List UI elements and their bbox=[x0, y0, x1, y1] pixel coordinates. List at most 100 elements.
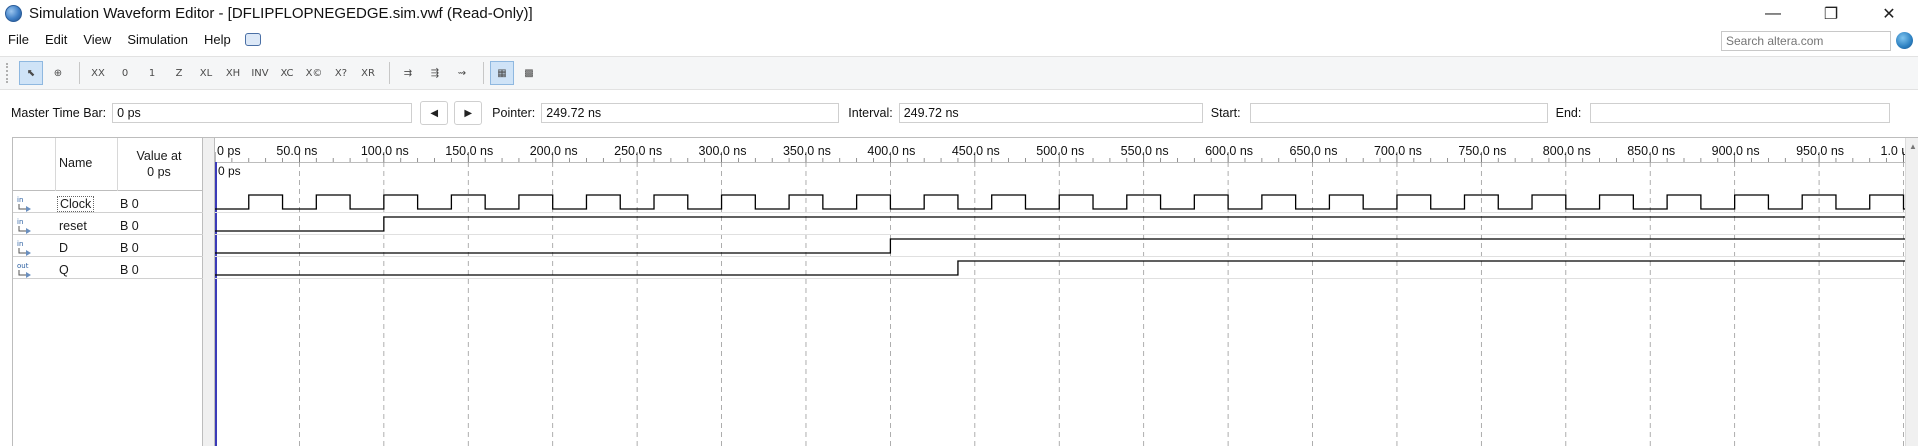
feedback-icon[interactable] bbox=[244, 33, 261, 46]
time-bar-row: Master Time Bar: 0 ps ◀ ▶ Pointer: 249.7… bbox=[0, 98, 1918, 128]
interval-field: 249.72 ns bbox=[898, 103, 1203, 123]
toolbar-separator bbox=[79, 62, 80, 84]
count-value-icon[interactable]: XC bbox=[275, 61, 299, 85]
overwrite-clock-icon[interactable]: X© bbox=[302, 61, 326, 85]
toolbar: ⬉ ⊕ XX 0 1 Z XL XH INV XC X© X? XR ⇉ ⇶ ⇝ ▦ ▩ bbox=[0, 56, 1918, 90]
pointer-label: Pointer: bbox=[492, 106, 536, 120]
svg-text:in: in bbox=[17, 218, 23, 226]
menu-help[interactable]: Help bbox=[196, 32, 239, 47]
signal-row[interactable]: in reset B 0 bbox=[13, 213, 203, 235]
toolbar-separator bbox=[483, 62, 484, 84]
time-tick-label: 400.0 ns bbox=[867, 144, 915, 158]
start-field[interactable] bbox=[1249, 103, 1548, 123]
run-timing-sim-icon[interactable]: ⇶ bbox=[423, 61, 447, 85]
time-tick-label: 0 ps bbox=[217, 144, 241, 158]
scroll-up-icon[interactable]: ▲ bbox=[1909, 142, 1917, 151]
output-pin-icon: out bbox=[17, 262, 31, 278]
end-label: End: bbox=[1555, 106, 1582, 120]
signal-value: B 0 bbox=[120, 219, 139, 233]
menu-edit[interactable]: Edit bbox=[37, 32, 75, 47]
weak-low-icon[interactable]: XL bbox=[194, 61, 218, 85]
time-tick-label: 550.0 ns bbox=[1121, 144, 1169, 158]
end-field[interactable] bbox=[1590, 103, 1891, 123]
time-tick-label: 450.0 ns bbox=[952, 144, 1000, 158]
search-input[interactable] bbox=[1721, 31, 1891, 51]
signal-name[interactable]: reset bbox=[59, 219, 87, 233]
header-divider bbox=[55, 138, 56, 191]
interval-label: Interval: bbox=[848, 106, 893, 120]
waveform-panel[interactable]: 0 ps 50.0 ns 100.0 ns 150.0 ns 200.0 ns 250.0… bbox=[214, 138, 1918, 446]
signal-value: B 0 bbox=[120, 197, 139, 211]
grid-snap-icon[interactable]: ▦ bbox=[490, 61, 514, 85]
next-transition-button[interactable]: ▶ bbox=[454, 101, 483, 125]
signal-row[interactable]: in D B 0 bbox=[13, 235, 203, 257]
invert-icon[interactable]: INV bbox=[248, 61, 272, 85]
signal-row[interactable]: out Q B 0 bbox=[13, 257, 203, 279]
signal-value: B 0 bbox=[120, 241, 139, 255]
vertical-scrollbar[interactable]: ▲ bbox=[1905, 138, 1918, 446]
master-time-bar-field[interactable]: 0 ps bbox=[112, 103, 413, 123]
time-tick-label: 950.0 ns bbox=[1796, 144, 1844, 158]
value-column-header[interactable]: Value at 0 ps bbox=[116, 148, 202, 180]
time-tick-label: 850.0 ns bbox=[1627, 144, 1675, 158]
globe-icon[interactable] bbox=[1896, 32, 1913, 49]
signal-name[interactable]: Clock bbox=[56, 196, 95, 212]
uninitialized-icon[interactable]: XX bbox=[86, 61, 110, 85]
signal-name[interactable]: D bbox=[59, 241, 68, 255]
svg-text:in: in bbox=[17, 196, 23, 204]
toolbar-grip[interactable] bbox=[6, 63, 9, 83]
time-tick-label: 900.0 ns bbox=[1712, 144, 1760, 158]
title-bar: Simulation Waveform Editor - [DFLIPFLOPN… bbox=[0, 0, 1918, 27]
time-tick-label: 600.0 ns bbox=[1205, 144, 1253, 158]
signal-value: B 0 bbox=[120, 263, 139, 277]
pointer-field: 249.72 ns bbox=[541, 103, 840, 123]
time-tick-label: 650.0 ns bbox=[1290, 144, 1338, 158]
window-title: Simulation Waveform Editor - [DFLIPFLOPN… bbox=[29, 5, 533, 22]
signal-table-header: Name Value at 0 ps bbox=[13, 138, 203, 191]
time-tick-label: 750.0 ns bbox=[1458, 144, 1506, 158]
signal-name-panel: Name Value at 0 ps in Clock B 0 in reset B 0i… bbox=[13, 138, 203, 446]
toolbar-separator bbox=[389, 62, 390, 84]
value-header-line1: Value at bbox=[136, 149, 182, 163]
name-column-header[interactable]: Name bbox=[59, 156, 92, 170]
time-tick-label: 800.0 ns bbox=[1543, 144, 1591, 158]
panel-splitter[interactable] bbox=[203, 138, 215, 446]
value-header-line2: 0 ps bbox=[147, 165, 171, 179]
menu-bar: File Edit View Simulation Help bbox=[0, 27, 1918, 52]
time-tick-label: 500.0 ns bbox=[1036, 144, 1084, 158]
menu-simulation[interactable]: Simulation bbox=[119, 32, 196, 47]
time-tick-label: 350.0 ns bbox=[783, 144, 831, 158]
input-pin-icon: in bbox=[17, 196, 31, 212]
svg-text:out: out bbox=[17, 262, 29, 270]
high-impedance-icon[interactable]: Z bbox=[167, 61, 191, 85]
close-button[interactable]: ✕ bbox=[1860, 0, 1918, 27]
grid-settings-icon[interactable]: ▩ bbox=[517, 61, 541, 85]
arbitrary-value-icon[interactable]: X? bbox=[329, 61, 353, 85]
time-tick-label: 300.0 ns bbox=[699, 144, 747, 158]
run-netlist-sim-icon[interactable]: ⇝ bbox=[450, 61, 474, 85]
selection-tool-icon[interactable]: ⬉ bbox=[19, 61, 43, 85]
cursor-time-label: 0 ps bbox=[218, 164, 241, 178]
menu-file[interactable]: File bbox=[0, 32, 37, 47]
weak-high-icon[interactable]: XH bbox=[221, 61, 245, 85]
zoom-tool-icon[interactable]: ⊕ bbox=[46, 61, 70, 85]
input-pin-icon: in bbox=[17, 218, 31, 234]
prev-transition-button[interactable]: ◀ bbox=[420, 101, 449, 125]
minimize-button[interactable]: — bbox=[1744, 0, 1802, 27]
run-functional-sim-icon[interactable]: ⇉ bbox=[396, 61, 420, 85]
time-tick-label: 100.0 ns bbox=[361, 144, 409, 158]
time-tick-label: 700.0 ns bbox=[1374, 144, 1422, 158]
signal-name[interactable]: Q bbox=[59, 263, 69, 277]
time-tick-label: 50.0 ns bbox=[276, 144, 317, 158]
force-low-icon[interactable]: 0 bbox=[113, 61, 137, 85]
input-pin-icon: in bbox=[17, 240, 31, 256]
window-controls: — ❐ ✕ bbox=[1744, 0, 1918, 27]
waveform-canvas[interactable]: 0 ps 50.0 ns 100.0 ns 150.0 ns 200.0 ns 250.0… bbox=[214, 138, 1918, 446]
start-label: Start: bbox=[1210, 106, 1241, 120]
svg-text:in: in bbox=[17, 240, 23, 248]
menu-view[interactable]: View bbox=[75, 32, 119, 47]
force-high-icon[interactable]: 1 bbox=[140, 61, 164, 85]
signal-row[interactable]: in Clock B 0 bbox=[13, 191, 203, 213]
random-value-icon[interactable]: XR bbox=[356, 61, 380, 85]
restore-button[interactable]: ❐ bbox=[1802, 0, 1860, 27]
